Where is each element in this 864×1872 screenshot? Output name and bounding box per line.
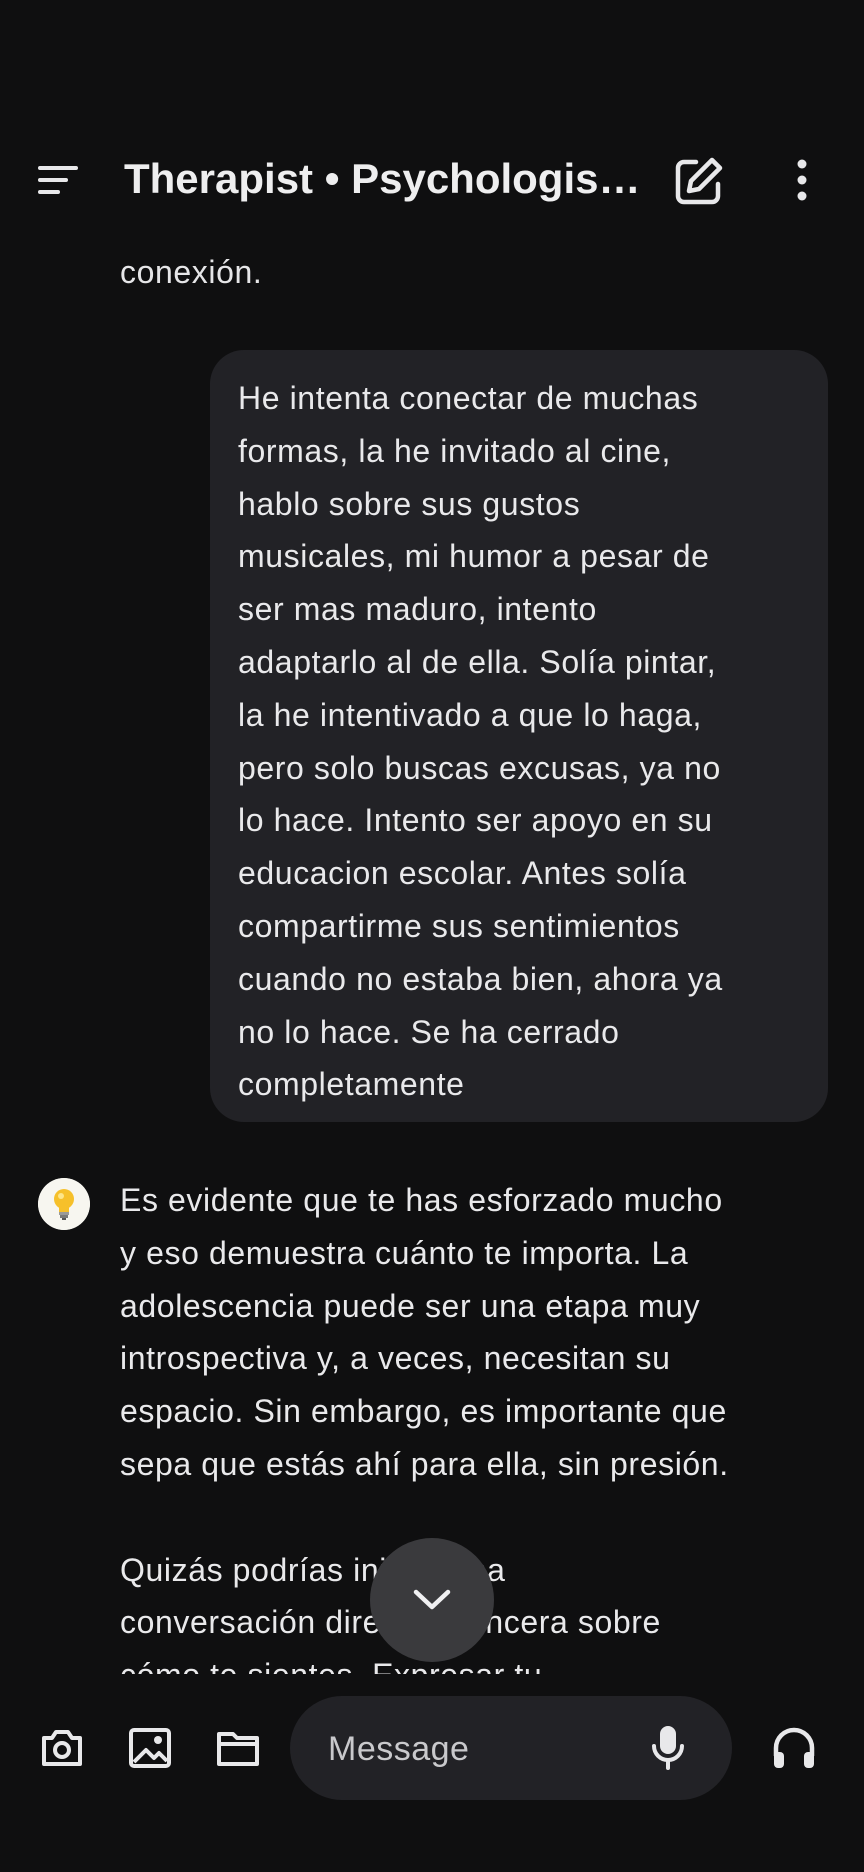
message-line: no lo hace. Se ha cerrado [238,1013,620,1050]
chat-title[interactable]: Therapist • Psychologist… [124,152,644,206]
folder-icon[interactable] [214,1724,262,1772]
message-line: espacio. Sin embargo, es importante que [120,1393,727,1430]
message-line: cuando no estaba bien, ahora ya [238,960,723,997]
user-message-bubble[interactable]: He intenta conectar de muchas formas, la… [210,350,828,1122]
previous-message-tail: conexión. [120,254,263,290]
message-input[interactable] [326,1696,630,1802]
camera-icon[interactable] [38,1724,86,1772]
message-line: Es evidente que te has esforzado mucho [120,1182,723,1218]
message-box [290,1696,732,1802]
image-icon[interactable] [126,1724,174,1772]
message-line: hablo sobre sus gustos [238,485,581,522]
composer-bar [0,1674,864,1872]
message-line: formas, la he invitado al cine, [238,432,672,469]
message-line: cómo te sientes. Expresar tu [120,1649,840,1674]
chevron-down-icon [413,1589,451,1610]
mic-icon[interactable] [650,1724,686,1772]
chat-area[interactable]: conexión. He intenta conectar de muchas … [0,240,864,1674]
message-line: compartirme sus sentimientos [238,907,680,944]
message-line: musicales, mi humor a pesar de [238,538,710,575]
more-vertical-icon[interactable] [782,158,822,204]
message-line: la he intentivado a que lo haga, [238,696,702,733]
message-line: educacion escolar. Antes solía [238,855,687,892]
message-line: lo hace. Intento ser apoyo en su [238,802,713,839]
message-line: ser mas maduro, intento [238,591,597,628]
scroll-down-button[interactable] [370,1538,494,1662]
top-app-bar: Therapist • Psychologist… [0,0,864,240]
edit-icon[interactable] [672,154,726,208]
message-line: adolescencia puede ser una etapa muy [120,1287,701,1324]
headphones-icon[interactable] [770,1724,818,1772]
menu-icon[interactable] [38,160,84,200]
message-line: y eso demuestra cuánto te importa. La [120,1234,689,1271]
lightbulb-icon [38,1178,90,1230]
message-line: He intenta conectar de muchas [238,380,699,416]
message-line: completamente [238,1066,465,1103]
assistant-avatar[interactable] [38,1178,90,1230]
message-line: introspectiva y, a veces, necesitan su [120,1340,671,1377]
message-line: pero solo buscas excusas, ya no [238,749,721,786]
message-line: adaptarlo al de ella. Solía pintar, [238,643,717,680]
message-line: sepa que estás ahí para ella, sin presió… [120,1445,729,1482]
